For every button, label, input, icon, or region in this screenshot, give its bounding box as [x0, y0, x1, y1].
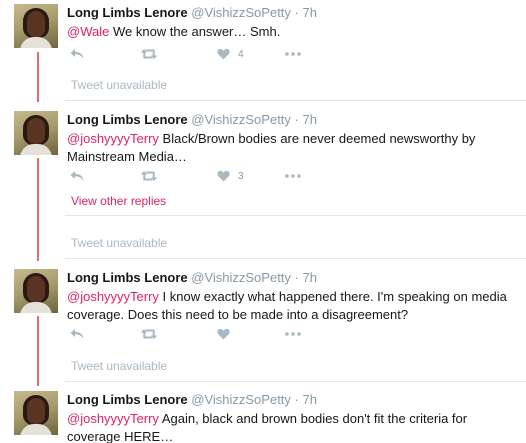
avatar-shoulder [20, 424, 52, 435]
more-button[interactable] [285, 46, 301, 62]
tweet-text: @Wale We know the answer… Smh. [67, 23, 517, 41]
more-icon [285, 174, 301, 178]
avatar-face [27, 398, 45, 424]
more-button[interactable] [285, 168, 301, 184]
avatar[interactable] [14, 111, 58, 155]
display-name[interactable]: Long Limbs Lenore [67, 5, 188, 20]
avatar-shoulder [20, 302, 52, 313]
user-handle[interactable]: @VishizzSoPetty [191, 270, 291, 285]
twitter-thread: Long Limbs Lenore @VishizzSoPetty · 7h @… [0, 0, 526, 443]
tweet-header: Long Limbs Lenore @VishizzSoPetty · 7h [67, 392, 317, 407]
more-button[interactable] [285, 326, 301, 342]
tweet-text: @joshyyyyTerry Black/Brown bodies are ne… [67, 130, 517, 166]
divider [65, 215, 526, 216]
retweet-button[interactable] [140, 46, 158, 62]
avatar[interactable] [14, 4, 58, 48]
tweet-header: Long Limbs Lenore @VishizzSoPetty · 7h [67, 270, 317, 285]
avatar-shoulder [20, 37, 52, 48]
timestamp[interactable]: 7h [303, 112, 317, 127]
retweet-button[interactable] [140, 168, 158, 184]
divider [65, 258, 526, 259]
like-button[interactable]: 4 [217, 46, 244, 62]
user-handle[interactable]: @VishizzSoPetty [191, 112, 291, 127]
mention-link[interactable]: @joshyyyyTerry [67, 411, 159, 426]
separator-dot: · [294, 270, 299, 285]
avatar-face [27, 11, 45, 37]
more-icon [285, 332, 301, 336]
tweet[interactable]: Long Limbs Lenore @VishizzSoPetty · 7h @… [0, 4, 526, 66]
timestamp[interactable]: 7h [303, 392, 317, 407]
display-name[interactable]: Long Limbs Lenore [67, 112, 188, 127]
reply-icon [70, 171, 84, 181]
retweet-icon [140, 171, 158, 181]
tweet-text: @joshyyyyTerry Again, black and brown bo… [67, 410, 517, 443]
avatar-face [27, 118, 45, 144]
timestamp[interactable]: 7h [303, 270, 317, 285]
separator-dot: · [294, 112, 299, 127]
heart-icon [217, 328, 230, 340]
more-icon [285, 52, 301, 56]
display-name[interactable]: Long Limbs Lenore [67, 392, 188, 407]
separator-dot: · [294, 392, 299, 407]
mention-link[interactable]: @joshyyyyTerry [67, 131, 159, 146]
like-count: 4 [238, 48, 244, 60]
tweet-text: @joshyyyyTerry I know exactly what happe… [67, 288, 517, 324]
avatar[interactable] [14, 269, 58, 313]
divider [65, 381, 526, 382]
retweet-icon [140, 49, 158, 59]
avatar[interactable] [14, 391, 58, 435]
tweet-unavailable: Tweet unavailable [71, 236, 168, 250]
mention-link[interactable]: @joshyyyyTerry [67, 289, 159, 304]
reply-icon [70, 329, 84, 339]
separator-dot: · [294, 5, 299, 20]
reply-button[interactable] [70, 168, 84, 184]
reply-button[interactable] [70, 46, 84, 62]
tweet-actions: 4 [67, 46, 367, 62]
user-handle[interactable]: @VishizzSoPetty [191, 392, 291, 407]
tweet[interactable]: Long Limbs Lenore @VishizzSoPetty · 7h @… [0, 269, 526, 349]
divider [65, 100, 526, 101]
timestamp[interactable]: 7h [303, 5, 317, 20]
like-button[interactable]: 3 [217, 168, 244, 184]
mention-link[interactable]: @Wale [67, 24, 109, 39]
tweet-header: Long Limbs Lenore @VishizzSoPetty · 7h [67, 112, 317, 127]
like-button[interactable] [217, 326, 238, 342]
user-handle[interactable]: @VishizzSoPetty [191, 5, 291, 20]
reply-button[interactable] [70, 326, 84, 342]
retweet-button[interactable] [140, 326, 158, 342]
reply-icon [70, 49, 84, 59]
tweet-actions [67, 326, 367, 342]
view-other-replies-link[interactable]: View other replies [71, 194, 166, 208]
tweet-unavailable: Tweet unavailable [71, 359, 168, 373]
heart-icon [217, 170, 230, 182]
tweet-unavailable: Tweet unavailable [71, 78, 168, 92]
avatar-shoulder [20, 144, 52, 155]
tweet-body: We know the answer… Smh. [109, 24, 281, 39]
tweet[interactable]: Long Limbs Lenore @VishizzSoPetty · 7h @… [0, 391, 526, 443]
avatar-face [27, 276, 45, 302]
tweet-actions: 3 [67, 168, 367, 184]
retweet-icon [140, 329, 158, 339]
tweet-header: Long Limbs Lenore @VishizzSoPetty · 7h [67, 5, 317, 20]
heart-icon [217, 48, 230, 60]
like-count: 3 [238, 170, 244, 182]
tweet[interactable]: Long Limbs Lenore @VishizzSoPetty · 7h @… [0, 111, 526, 191]
display-name[interactable]: Long Limbs Lenore [67, 270, 188, 285]
